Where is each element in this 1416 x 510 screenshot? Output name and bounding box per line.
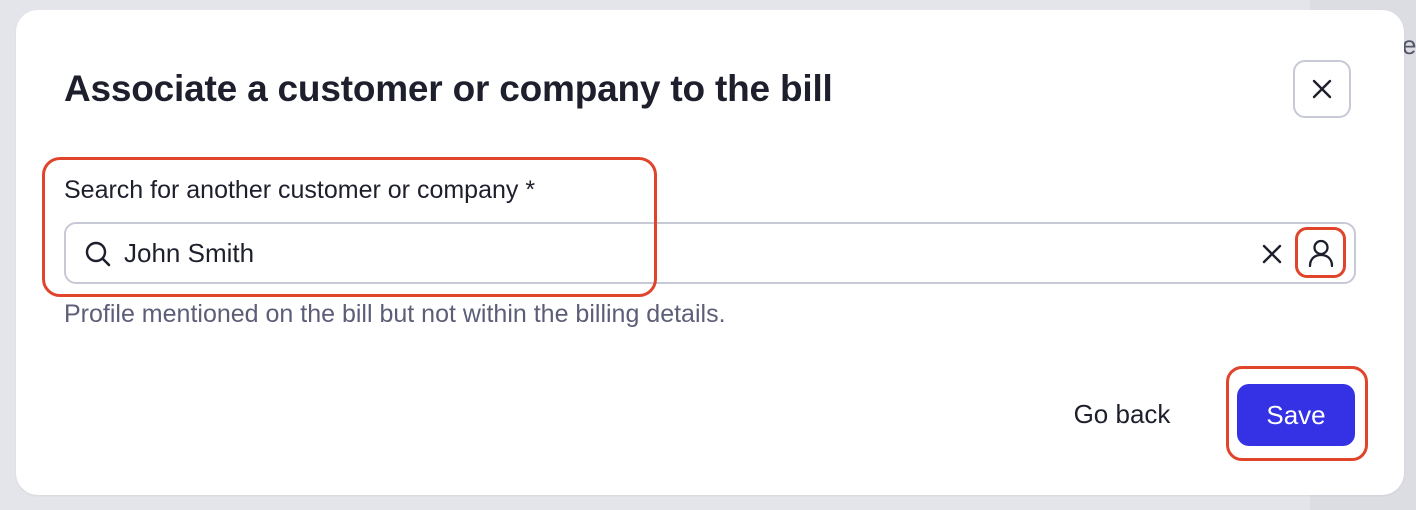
dialog-title: Associate a customer or company to the b… — [64, 68, 833, 109]
save-button[interactable]: Save — [1237, 384, 1355, 446]
search-field-label: Search for another customer or company * — [64, 176, 536, 204]
search-icon — [85, 241, 111, 267]
associate-customer-dialog: Associate a customer or company to the b… — [16, 10, 1404, 495]
customer-search-input[interactable] — [124, 232, 1224, 274]
clear-search-icon[interactable] — [1260, 242, 1284, 266]
search-helper-text: Profile mentioned on the bill but not wi… — [64, 300, 726, 328]
customer-search-field[interactable] — [64, 222, 1356, 284]
close-dialog-button[interactable] — [1293, 60, 1351, 118]
go-back-button[interactable]: Go back — [1052, 382, 1192, 446]
close-icon — [1312, 79, 1332, 99]
user-icon — [1308, 239, 1334, 268]
select-profile-button[interactable] — [1304, 236, 1338, 270]
background-partial-text: e — [1402, 30, 1416, 60]
